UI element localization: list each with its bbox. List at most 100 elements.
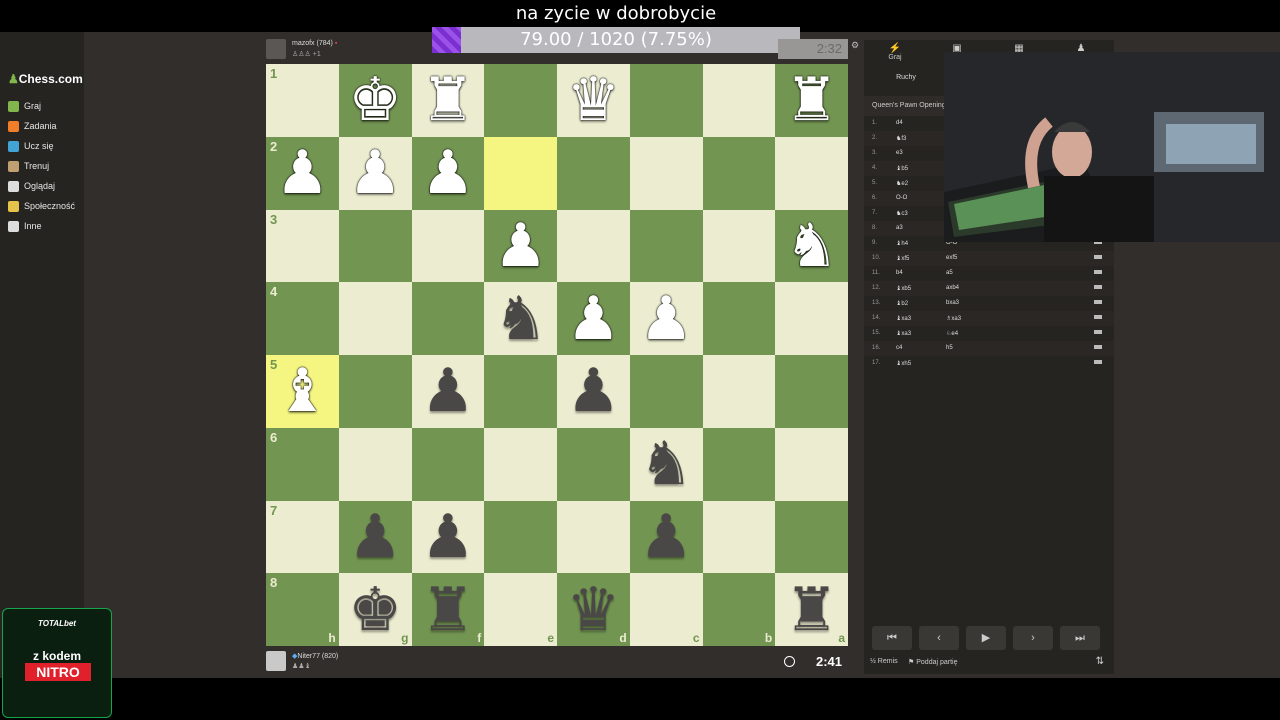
white-move[interactable]: ♝xb5: [896, 285, 911, 292]
top-player-info[interactable]: mazofx (784) ▪: [292, 40, 337, 47]
tab-moves[interactable]: Ruchy: [864, 74, 948, 81]
board-square[interactable]: [557, 209, 630, 283]
board-square[interactable]: ♞: [629, 427, 703, 501]
move-row[interactable]: 10. ♝xf5 exf5: [864, 251, 1114, 266]
board-square[interactable]: ♞: [484, 282, 557, 355]
board-square[interactable]: ♟: [411, 355, 485, 428]
board-square[interactable]: d ♛: [557, 573, 630, 646]
white-knight-icon[interactable]: ♞: [775, 210, 848, 283]
board-square[interactable]: f ♜: [411, 573, 485, 646]
board-square[interactable]: ♞: [775, 209, 848, 283]
board-square[interactable]: [702, 427, 776, 501]
move-row[interactable]: 14. ♝xa3 ♗xa3: [864, 311, 1114, 326]
black-move[interactable]: exf5: [946, 255, 957, 261]
board-square[interactable]: [775, 282, 848, 355]
move-row[interactable]: 12. ♝xb5 axb4: [864, 281, 1114, 296]
black-pawn-icon[interactable]: ♟: [557, 355, 630, 428]
board-square[interactable]: ♟: [411, 136, 485, 210]
white-pawn-icon[interactable]: ♟: [412, 137, 485, 210]
white-queen-icon[interactable]: ♛: [557, 64, 630, 137]
move-row[interactable]: 13. ♝b2 bxa3: [864, 296, 1114, 311]
white-move[interactable]: ♝b2: [896, 300, 908, 307]
white-move[interactable]: ♝b5: [896, 165, 908, 172]
board-square[interactable]: [775, 500, 848, 574]
board-square[interactable]: a ♜: [775, 573, 848, 646]
black-move[interactable]: a5: [946, 270, 953, 276]
flip-board-icon[interactable]: ⇅: [1096, 656, 1104, 667]
black-pawn-icon[interactable]: ♟: [339, 501, 412, 574]
board-square[interactable]: ♟: [557, 355, 630, 428]
board-square[interactable]: [702, 355, 776, 428]
black-rook-icon[interactable]: ♜: [775, 573, 848, 646]
board-square[interactable]: ♟: [557, 282, 630, 355]
board-square[interactable]: [775, 355, 848, 428]
avatar[interactable]: [266, 39, 286, 59]
black-pawn-icon[interactable]: ♟: [630, 501, 703, 574]
board-square[interactable]: [411, 282, 485, 355]
board-square[interactable]: 3: [266, 209, 339, 283]
white-move[interactable]: ♝xf5: [896, 255, 909, 262]
prev-icon[interactable]: ‹: [919, 626, 959, 650]
board-square[interactable]: [338, 427, 412, 501]
board-square[interactable]: ♜: [775, 64, 848, 137]
next2-icon[interactable]: ›: [1013, 626, 1053, 650]
white-move[interactable]: a3: [896, 225, 903, 231]
board-square[interactable]: ♟: [484, 209, 557, 283]
board-square[interactable]: 5 ♝: [266, 355, 339, 428]
board-square[interactable]: [775, 427, 848, 501]
board-square[interactable]: ♚: [338, 64, 412, 137]
board-square[interactable]: [557, 500, 630, 574]
black-rook-icon[interactable]: ♜: [412, 573, 485, 646]
board-square[interactable]: 6: [266, 427, 339, 501]
sidebar-item-4[interactable]: Oglądaj: [8, 177, 80, 195]
sponsor-banner[interactable]: TOTALbet z kodem NITRO: [2, 608, 112, 718]
sidebar-item-1[interactable]: Zadania: [8, 117, 80, 135]
board-square[interactable]: c: [629, 573, 703, 646]
board-square[interactable]: [484, 427, 557, 501]
board-square[interactable]: [484, 355, 557, 428]
white-pawn-icon[interactable]: ♟: [557, 282, 630, 355]
move-row[interactable]: 16. c4 h5: [864, 341, 1114, 356]
white-move[interactable]: ♞c3: [896, 210, 908, 217]
board-square[interactable]: [702, 282, 776, 355]
board-square[interactable]: [702, 500, 776, 574]
white-move[interactable]: O-O: [896, 195, 907, 201]
board-square[interactable]: 8h: [266, 573, 339, 646]
black-move[interactable]: axb4: [946, 285, 959, 291]
white-move[interactable]: ♞f3: [896, 135, 906, 142]
board-square[interactable]: [629, 209, 703, 283]
black-move[interactable]: h5: [946, 345, 953, 351]
avatar[interactable]: [266, 651, 286, 671]
move-row[interactable]: 15. ♝xa3 ♘e4: [864, 326, 1114, 341]
chess-logo[interactable]: ♟Chess.com: [8, 72, 83, 86]
white-move[interactable]: c4: [896, 345, 902, 351]
first-icon[interactable]: ⏮: [872, 626, 912, 650]
board-square[interactable]: [775, 136, 848, 210]
board-square[interactable]: ♟: [338, 500, 412, 574]
board-square[interactable]: ♛: [557, 64, 630, 137]
board-square[interactable]: [702, 64, 776, 137]
board-square[interactable]: [411, 209, 485, 283]
black-pawn-icon[interactable]: ♟: [412, 355, 485, 428]
board-square[interactable]: [484, 500, 557, 574]
board-square[interactable]: g ♚: [338, 573, 412, 646]
board-square[interactable]: 2 ♟: [266, 136, 339, 210]
move-row[interactable]: 11. b4 a5: [864, 266, 1114, 281]
white-king-icon[interactable]: ♚: [339, 64, 412, 137]
sidebar-item-0[interactable]: Graj: [8, 97, 80, 115]
black-pawn-icon[interactable]: ♟: [412, 501, 485, 574]
black-queen-icon[interactable]: ♛: [557, 573, 630, 646]
white-pawn-icon[interactable]: ♟: [339, 137, 412, 210]
bottom-player-info[interactable]: ◆Niter77 (820): [292, 652, 338, 660]
board-square[interactable]: ♟: [338, 136, 412, 210]
black-move[interactable]: bxa3: [946, 300, 959, 306]
white-bishop-icon[interactable]: ♝: [266, 355, 339, 428]
board-square[interactable]: [338, 209, 412, 283]
black-king-icon[interactable]: ♚: [339, 573, 412, 646]
board-square[interactable]: 7: [266, 500, 339, 574]
last-icon[interactable]: ⏭: [1060, 626, 1100, 650]
board-square[interactable]: [702, 209, 776, 283]
settings-gear-icon[interactable]: ⚙: [851, 40, 859, 51]
white-move[interactable]: ♝xa3: [896, 330, 911, 337]
board-square[interactable]: ♟: [629, 282, 703, 355]
